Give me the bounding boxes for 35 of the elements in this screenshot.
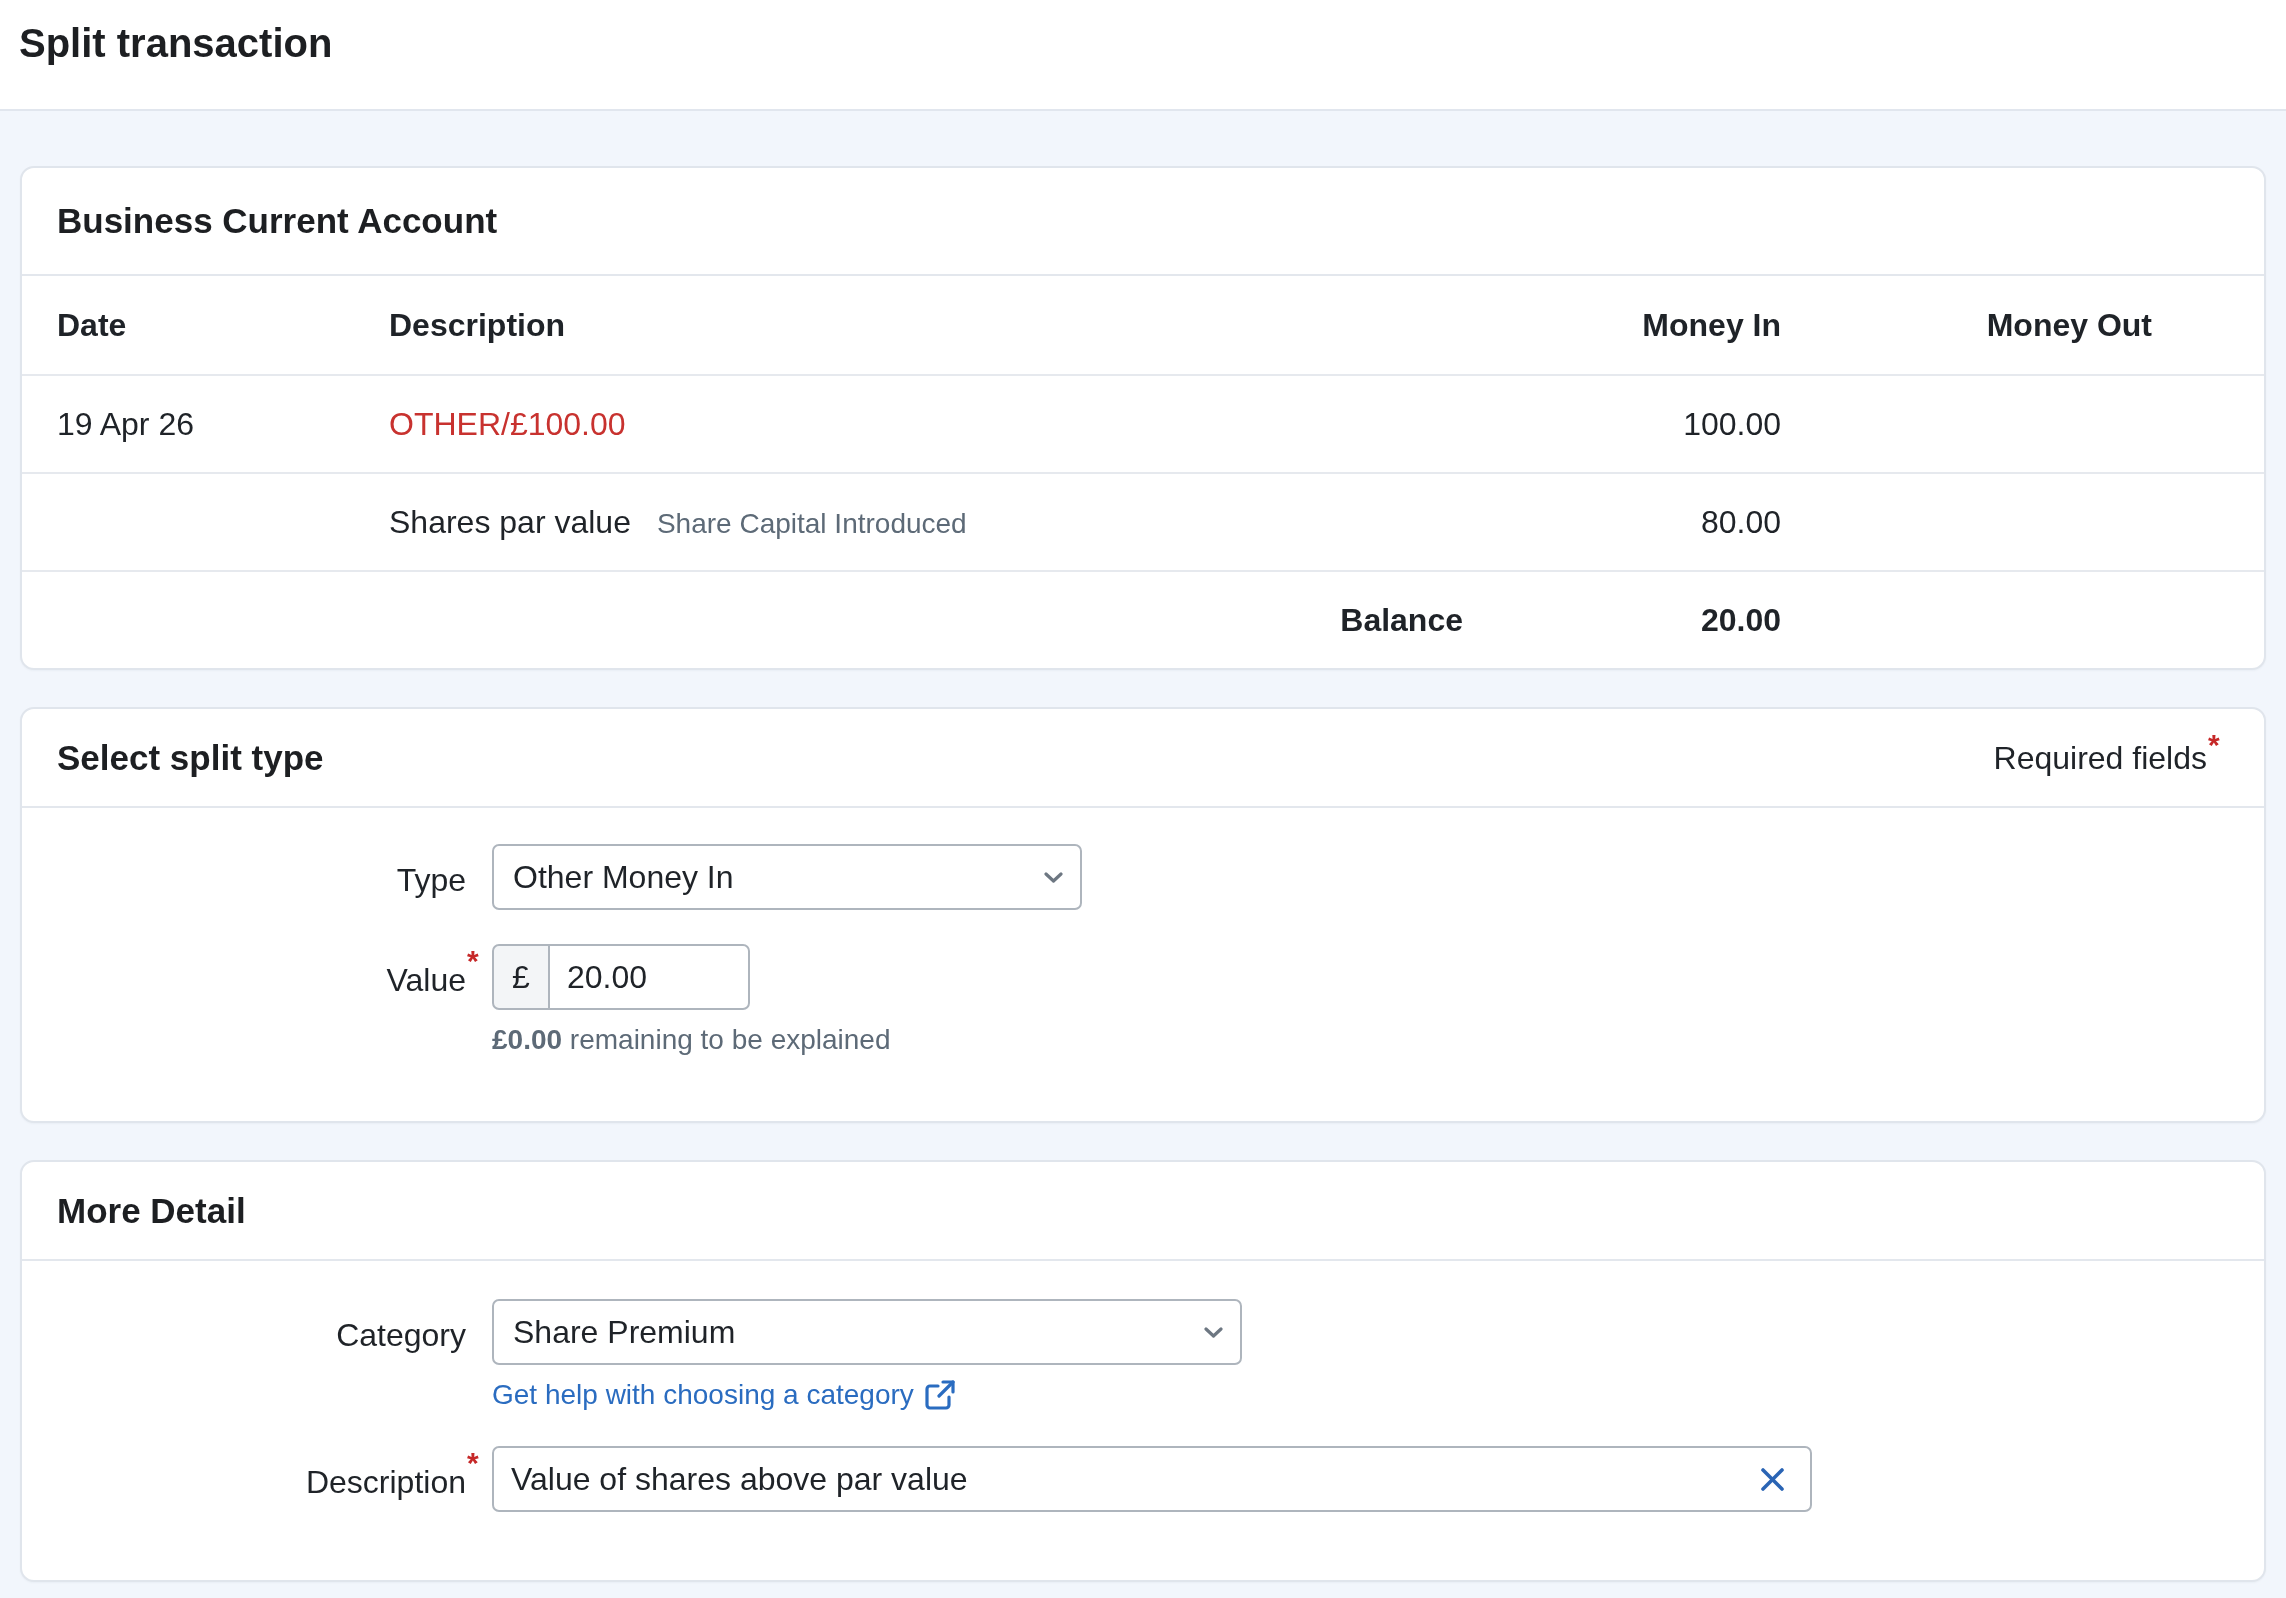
balance-label: Balance xyxy=(1340,601,1463,640)
external-link-icon[interactable] xyxy=(924,1380,955,1410)
field-label: Category xyxy=(336,1317,466,1353)
balance-amount: 20.00 xyxy=(1700,601,1781,640)
chevron-down-icon xyxy=(1204,1326,1223,1338)
close-icon[interactable] xyxy=(1761,1468,1784,1491)
date-cell-text: 19 Apr 26 xyxy=(57,405,194,444)
required-note: Required fields xyxy=(1993,739,2207,776)
help-link[interactable]: Get help with choosing a category xyxy=(492,1378,914,1412)
card-title: Select split type xyxy=(57,736,324,779)
dropdown-select[interactable]: Share Premium xyxy=(492,1299,1242,1365)
required-asterisk: * xyxy=(467,1448,479,1478)
currency-symbol: £ xyxy=(492,944,549,1010)
column-header: Money In xyxy=(1642,306,1781,345)
field-label: Value xyxy=(386,962,466,998)
amount-cell-text: 100.00 xyxy=(1683,405,1781,444)
card-title: Business Current Account xyxy=(57,200,498,242)
field-label: Description xyxy=(305,1464,466,1500)
required-asterisk: * xyxy=(2208,729,2220,760)
column-header: Date xyxy=(57,306,127,345)
column-header: Description xyxy=(389,306,566,345)
field-label: Type xyxy=(396,862,466,898)
required-asterisk: * xyxy=(467,946,479,976)
text-input[interactable]: Value of shares above par value xyxy=(492,1446,1812,1512)
remaining-hint: £0.00 remaining to be explained xyxy=(492,1023,891,1057)
column-header: Money Out xyxy=(1986,306,2152,345)
split-category: Share Capital Introduced xyxy=(656,507,967,541)
transaction-description: OTHER/£100.00 xyxy=(389,405,626,444)
amount-cell-text: 80.00 xyxy=(1700,503,1781,542)
split-description: Shares par value xyxy=(389,503,631,542)
dropdown-select[interactable]: Other Money In xyxy=(492,844,1082,910)
card-title: More Detail xyxy=(57,1189,246,1232)
page-title: Split transaction xyxy=(19,20,333,67)
amount-input[interactable]: 20.00 xyxy=(549,944,750,1010)
chevron-down-icon xyxy=(1044,871,1063,883)
